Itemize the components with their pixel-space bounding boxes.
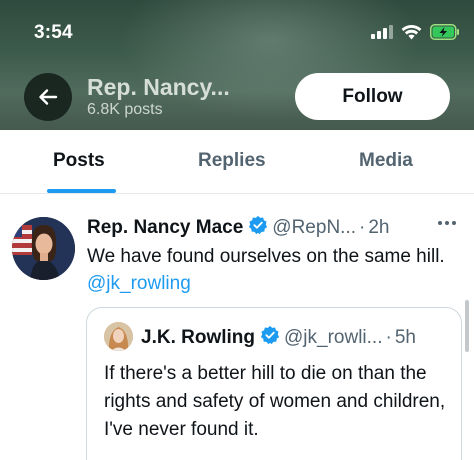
arrow-left-icon [39, 89, 58, 105]
cellular-signal-icon [371, 25, 393, 39]
post-author-handle[interactable]: @RepN... [272, 217, 356, 239]
post-timestamp[interactable]: 2h [368, 217, 389, 239]
quoted-post[interactable]: J.K. Rowling @jk_rowli... · 5h If there'… [86, 307, 462, 460]
quoted-post-header: J.K. Rowling @jk_rowli... · 5h [141, 325, 416, 351]
verified-badge-icon [248, 215, 268, 241]
post-header: Rep. Nancy Mace @RepN... · 2h [87, 215, 389, 241]
quoted-timestamp[interactable]: 5h [395, 327, 416, 349]
back-button[interactable] [24, 73, 72, 121]
avatar[interactable] [12, 217, 75, 280]
profile-tabs: Posts Replies Media [0, 130, 474, 194]
status-icons [371, 24, 460, 40]
more-horizontal-icon[interactable] [438, 221, 456, 225]
post-text: We have found ourselves on the same hill… [87, 243, 457, 297]
status-time: 3:54 [34, 22, 73, 43]
quoted-separator: · [385, 327, 392, 348]
post-body: We have found ourselves on the same hill… [87, 246, 445, 267]
quoted-avatar[interactable] [104, 322, 133, 351]
scrollbar[interactable] [465, 300, 469, 352]
active-tab-indicator [47, 189, 116, 193]
post-separator: · [359, 217, 366, 238]
post-author-name[interactable]: Rep. Nancy Mace [87, 217, 243, 239]
wifi-icon [401, 24, 422, 40]
tab-replies[interactable]: Replies [198, 150, 266, 172]
header-post-count: 6.8K posts [87, 101, 163, 118]
quoted-post-text: If there's a better hill to die on than … [104, 363, 446, 440]
battery-charging-icon [430, 24, 460, 40]
quoted-author-name[interactable]: J.K. Rowling [141, 327, 255, 349]
verified-badge-icon [260, 325, 280, 351]
post-mention-link[interactable]: @jk_rowling [87, 273, 191, 294]
profile-header: 3:54 Rep. Nancy... 6.8K posts Follow [0, 0, 474, 130]
follow-button[interactable]: Follow [295, 73, 450, 120]
tab-media[interactable]: Media [359, 150, 413, 172]
quoted-author-handle[interactable]: @jk_rowli... [284, 327, 382, 349]
tab-posts[interactable]: Posts [53, 150, 105, 172]
post-item[interactable]: Rep. Nancy Mace @RepN... · 2h We have fo… [0, 195, 474, 460]
header-profile-name: Rep. Nancy... [87, 74, 230, 100]
